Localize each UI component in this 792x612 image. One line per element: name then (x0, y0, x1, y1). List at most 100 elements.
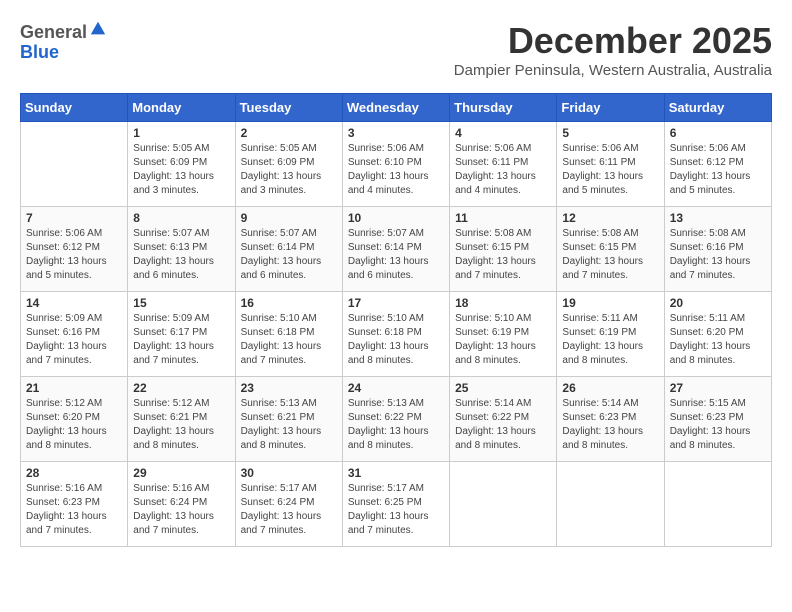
day-number: 7 (26, 211, 122, 225)
day-info: Sunrise: 5:08 AM Sunset: 6:16 PM Dayligh… (670, 227, 766, 283)
day-number: 16 (241, 296, 337, 310)
calendar-day-cell: 18 Sunrise: 5:10 AM Sunset: 6:19 PM Dayli… (450, 292, 557, 377)
calendar-day-cell: 16 Sunrise: 5:10 AM Sunset: 6:18 PM Dayli… (235, 292, 342, 377)
day-info: Sunrise: 5:11 AM Sunset: 6:20 PM Dayligh… (670, 312, 766, 368)
day-info: Sunrise: 5:08 AM Sunset: 6:15 PM Dayligh… (455, 227, 551, 283)
calendar-day-cell: 12Sunrise: 5:08 AM Sunset: 6:15 PM Dayli… (557, 207, 664, 292)
day-number: 26 (562, 381, 658, 395)
calendar-header-row: SundayMondayTuesdayWednesdayThursdayFrid… (21, 94, 772, 122)
calendar-day-cell: 9 Sunrise: 5:07 AM Sunset: 6:14 PM Daylig… (235, 207, 342, 292)
day-info: Sunrise: 5:06 AM Sunset: 6:10 PM Dayligh… (348, 142, 444, 198)
day-number: 1 (133, 126, 229, 140)
calendar-day-cell: 14Sunrise: 5:09 AM Sunset: 6:16 PM Dayli… (21, 292, 128, 377)
day-number: 29 (133, 466, 229, 480)
day-number: 5 (562, 126, 658, 140)
calendar-day-cell: 26 Sunrise: 5:14 AM Sunset: 6:23 PM Dayli… (557, 377, 664, 462)
calendar-day-cell (664, 462, 771, 547)
day-info: Sunrise: 5:10 AM Sunset: 6:18 PM Dayligh… (241, 312, 337, 368)
calendar-day-cell: 20 Sunrise: 5:11 AM Sunset: 6:20 PM Dayli… (664, 292, 771, 377)
day-number: 4 (455, 126, 551, 140)
calendar-day-cell: 29 Sunrise: 5:16 AM Sunset: 6:24 PM Dayli… (128, 462, 235, 547)
calendar-day-cell: 22Sunrise: 5:12 AM Sunset: 6:21 PM Dayli… (128, 377, 235, 462)
day-number: 9 (241, 211, 337, 225)
day-number: 20 (670, 296, 766, 310)
day-of-week-header: Monday (128, 94, 235, 122)
subtitle: Dampier Peninsula, Western Australia, Au… (454, 62, 772, 79)
day-number: 15 (133, 296, 229, 310)
day-number: 24 (348, 381, 444, 395)
calendar-day-cell: 17 Sunrise: 5:10 AM Sunset: 6:18 PM Dayli… (342, 292, 449, 377)
calendar-week-row: 1 Sunrise: 5:05 AM Sunset: 6:09 PM Daylig… (21, 122, 772, 207)
day-number: 18 (455, 296, 551, 310)
day-number: 28 (26, 466, 122, 480)
day-info: Sunrise: 5:12 AM Sunset: 6:20 PM Dayligh… (26, 397, 122, 453)
day-number: 23 (241, 381, 337, 395)
page-title: December 2025 (454, 20, 772, 62)
day-info: Sunrise: 5:06 AM Sunset: 6:11 PM Dayligh… (455, 142, 551, 198)
logo-icon (89, 20, 107, 38)
calendar-day-cell (21, 122, 128, 207)
day-number: 11 (455, 211, 551, 225)
day-info: Sunrise: 5:16 AM Sunset: 6:23 PM Dayligh… (26, 482, 122, 538)
calendar-day-cell: 6 Sunrise: 5:06 AM Sunset: 6:12 PM Daylig… (664, 122, 771, 207)
day-info: Sunrise: 5:05 AM Sunset: 6:09 PM Dayligh… (133, 142, 229, 198)
day-info: Sunrise: 5:06 AM Sunset: 6:11 PM Dayligh… (562, 142, 658, 198)
day-info: Sunrise: 5:07 AM Sunset: 6:14 PM Dayligh… (241, 227, 337, 283)
day-number: 25 (455, 381, 551, 395)
day-number: 13 (670, 211, 766, 225)
logo-blue: Blue (20, 42, 59, 62)
calendar-day-cell: 8Sunrise: 5:07 AM Sunset: 6:13 PM Daylig… (128, 207, 235, 292)
logo: General Blue (20, 20, 107, 63)
day-info: Sunrise: 5:12 AM Sunset: 6:21 PM Dayligh… (133, 397, 229, 453)
calendar-day-cell (450, 462, 557, 547)
day-of-week-header: Thursday (450, 94, 557, 122)
day-info: Sunrise: 5:13 AM Sunset: 6:21 PM Dayligh… (241, 397, 337, 453)
logo-general: General (20, 22, 87, 42)
calendar-day-cell: 23 Sunrise: 5:13 AM Sunset: 6:21 PM Dayli… (235, 377, 342, 462)
day-info: Sunrise: 5:17 AM Sunset: 6:25 PM Dayligh… (348, 482, 444, 538)
day-of-week-header: Sunday (21, 94, 128, 122)
calendar-week-row: 7 Sunrise: 5:06 AM Sunset: 6:12 PM Daylig… (21, 207, 772, 292)
day-number: 6 (670, 126, 766, 140)
day-info: Sunrise: 5:16 AM Sunset: 6:24 PM Dayligh… (133, 482, 229, 538)
day-number: 19 (562, 296, 658, 310)
calendar-table: SundayMondayTuesdayWednesdayThursdayFrid… (20, 93, 772, 547)
calendar-day-cell: 30 Sunrise: 5:17 AM Sunset: 6:24 PM Dayli… (235, 462, 342, 547)
calendar-day-cell: 7 Sunrise: 5:06 AM Sunset: 6:12 PM Daylig… (21, 207, 128, 292)
day-info: Sunrise: 5:14 AM Sunset: 6:23 PM Dayligh… (562, 397, 658, 453)
day-number: 10 (348, 211, 444, 225)
calendar-day-cell: 19Sunrise: 5:11 AM Sunset: 6:19 PM Dayli… (557, 292, 664, 377)
calendar-day-cell (557, 462, 664, 547)
day-info: Sunrise: 5:13 AM Sunset: 6:22 PM Dayligh… (348, 397, 444, 453)
calendar-week-row: 28 Sunrise: 5:16 AM Sunset: 6:23 PM Dayli… (21, 462, 772, 547)
calendar-day-cell: 25 Sunrise: 5:14 AM Sunset: 6:22 PM Dayli… (450, 377, 557, 462)
day-of-week-header: Friday (557, 94, 664, 122)
day-number: 27 (670, 381, 766, 395)
day-of-week-header: Tuesday (235, 94, 342, 122)
day-of-week-header: Wednesday (342, 94, 449, 122)
calendar-day-cell: 10 Sunrise: 5:07 AM Sunset: 6:14 PM Dayli… (342, 207, 449, 292)
day-info: Sunrise: 5:07 AM Sunset: 6:14 PM Dayligh… (348, 227, 444, 283)
day-number: 14 (26, 296, 122, 310)
day-info: Sunrise: 5:06 AM Sunset: 6:12 PM Dayligh… (670, 142, 766, 198)
calendar-day-cell: 5 Sunrise: 5:06 AM Sunset: 6:11 PM Daylig… (557, 122, 664, 207)
calendar-day-cell: 4 Sunrise: 5:06 AM Sunset: 6:11 PM Daylig… (450, 122, 557, 207)
day-number: 21 (26, 381, 122, 395)
calendar-day-cell: 1 Sunrise: 5:05 AM Sunset: 6:09 PM Daylig… (128, 122, 235, 207)
day-info: Sunrise: 5:14 AM Sunset: 6:22 PM Dayligh… (455, 397, 551, 453)
calendar-day-cell: 2Sunrise: 5:05 AM Sunset: 6:09 PM Daylig… (235, 122, 342, 207)
day-info: Sunrise: 5:17 AM Sunset: 6:24 PM Dayligh… (241, 482, 337, 538)
calendar-week-row: 14Sunrise: 5:09 AM Sunset: 6:16 PM Dayli… (21, 292, 772, 377)
day-info: Sunrise: 5:15 AM Sunset: 6:23 PM Dayligh… (670, 397, 766, 453)
calendar-day-cell: 28 Sunrise: 5:16 AM Sunset: 6:23 PM Dayli… (21, 462, 128, 547)
calendar-day-cell: 11 Sunrise: 5:08 AM Sunset: 6:15 PM Dayli… (450, 207, 557, 292)
calendar-day-cell: 31Sunrise: 5:17 AM Sunset: 6:25 PM Dayli… (342, 462, 449, 547)
day-info: Sunrise: 5:06 AM Sunset: 6:12 PM Dayligh… (26, 227, 122, 283)
day-info: Sunrise: 5:10 AM Sunset: 6:19 PM Dayligh… (455, 312, 551, 368)
calendar-day-cell: 24 Sunrise: 5:13 AM Sunset: 6:22 PM Dayli… (342, 377, 449, 462)
day-number: 30 (241, 466, 337, 480)
calendar-week-row: 21 Sunrise: 5:12 AM Sunset: 6:20 PM Dayli… (21, 377, 772, 462)
day-number: 17 (348, 296, 444, 310)
calendar-day-cell: 27 Sunrise: 5:15 AM Sunset: 6:23 PM Dayli… (664, 377, 771, 462)
day-info: Sunrise: 5:10 AM Sunset: 6:18 PM Dayligh… (348, 312, 444, 368)
